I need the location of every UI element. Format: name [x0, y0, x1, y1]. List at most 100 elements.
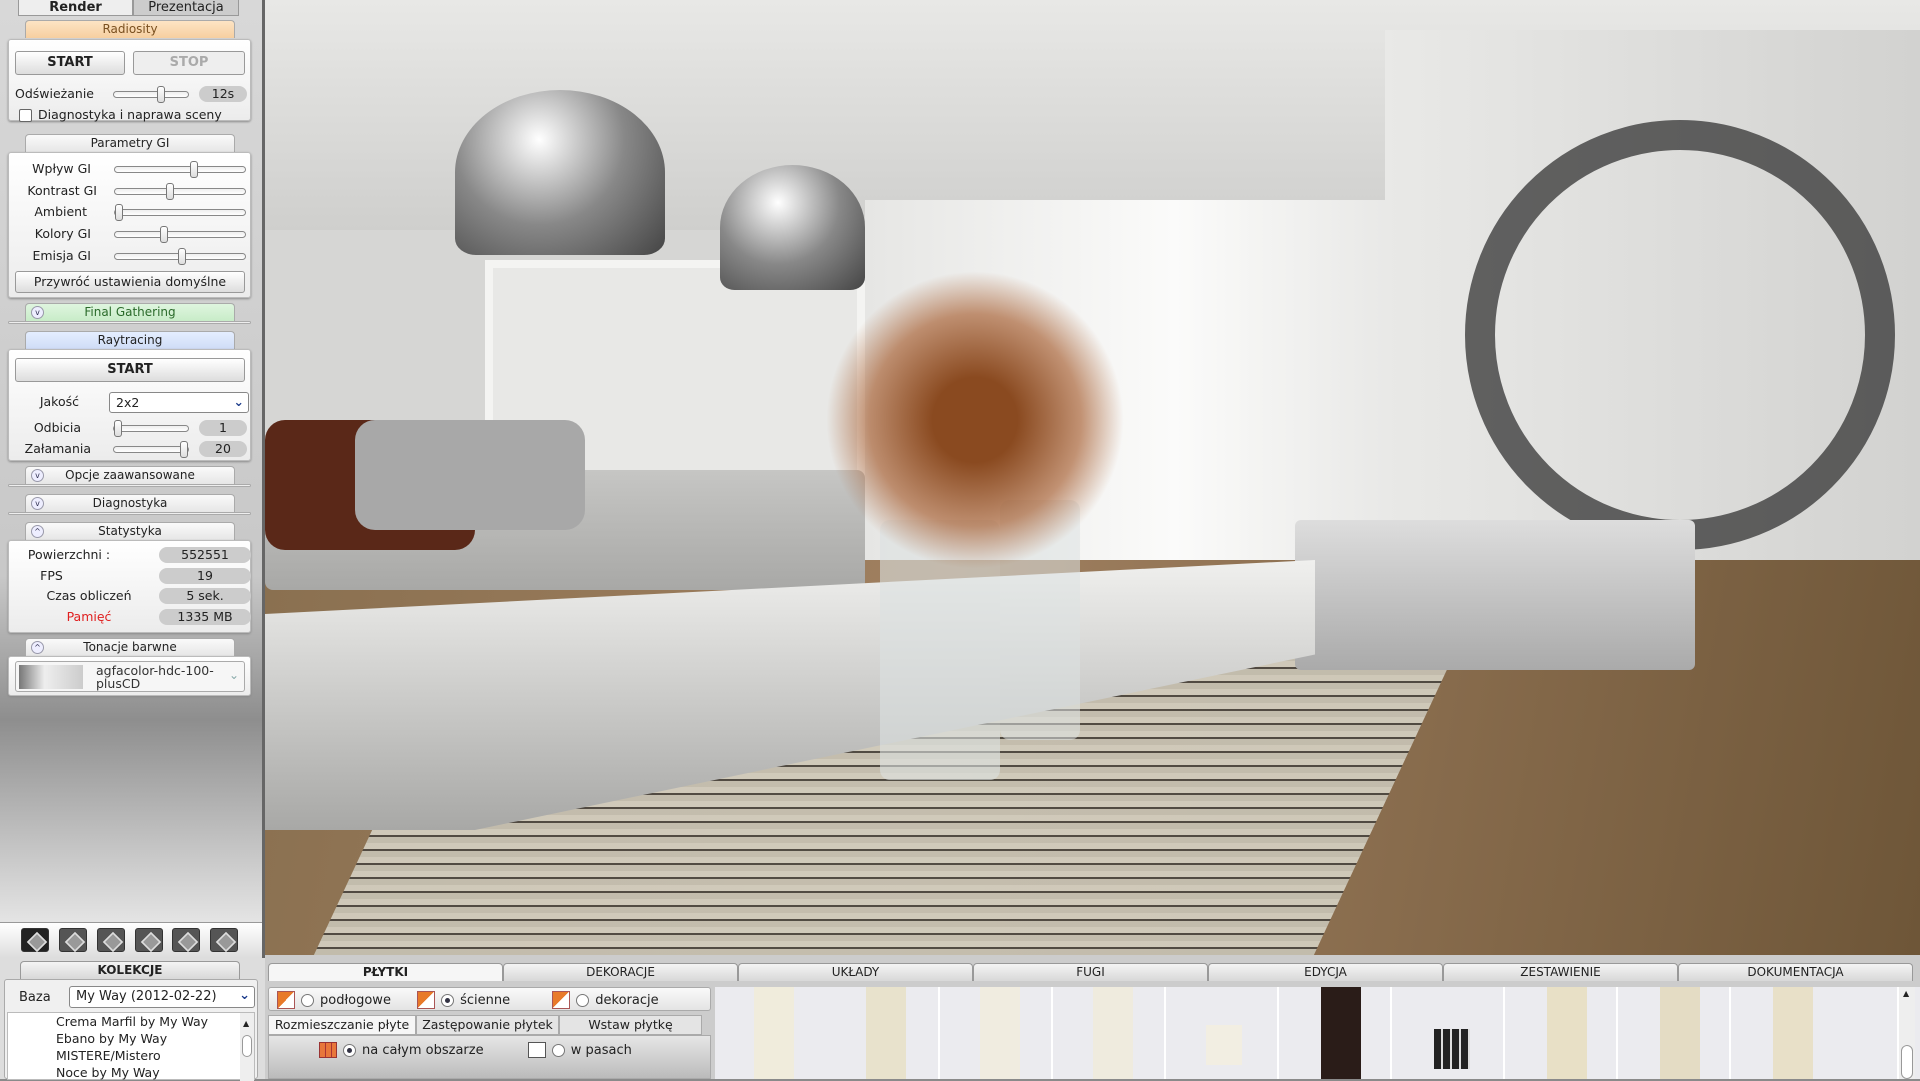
chevron-down-icon[interactable]: v	[31, 497, 44, 510]
chevron-down-icon[interactable]: v	[31, 469, 44, 482]
tab-uklady[interactable]: UKŁADY	[738, 963, 973, 981]
raytracing-start-button[interactable]: START	[15, 358, 245, 382]
stat-value: 5 sek.	[159, 588, 251, 604]
list-item[interactable]: MISTERE/Mistero	[56, 1047, 254, 1064]
reflections-slider[interactable]	[113, 420, 189, 437]
divider	[8, 321, 251, 324]
placement-strips[interactable]: w pasach	[527, 1042, 632, 1058]
tab-plytki[interactable]: PŁYTKI	[268, 963, 503, 981]
cube-view-top-icon[interactable]	[210, 928, 238, 952]
tile-thumbnail[interactable]	[1053, 987, 1166, 1079]
scroll-up-icon[interactable]: ▲	[1903, 989, 1909, 998]
cube-view-right-icon[interactable]	[135, 928, 163, 952]
tile-thumbnail[interactable]	[1279, 987, 1392, 1079]
radiosity-stop-button[interactable]: STOP	[133, 51, 245, 75]
decor-tile-icon	[552, 991, 571, 1009]
subtab-replace[interactable]: Zastępowanie płytek	[416, 1015, 559, 1035]
base-label: Baza	[19, 990, 51, 1005]
chevron-up-icon[interactable]: ^	[31, 525, 44, 538]
gi-colors-slider[interactable]	[114, 226, 246, 243]
refresh-slider[interactable]	[113, 86, 189, 103]
render-panel: Render Prezentacja Radiosity START STOP …	[0, 0, 265, 960]
refractions-label: Załamania	[24, 441, 91, 456]
tab-edycja[interactable]: EDYCJA	[1208, 963, 1443, 981]
radio-strips[interactable]	[551, 1043, 565, 1057]
radio-decor[interactable]	[576, 993, 590, 1007]
radiosity-header[interactable]: Radiosity	[25, 20, 235, 38]
tile-thumbnail[interactable]	[1731, 987, 1899, 1079]
radiosity-start-button[interactable]: START	[15, 51, 125, 75]
final-gathering-header[interactable]: v Final Gathering	[25, 303, 235, 321]
list-item[interactable]: Crema Marfil by My Way	[56, 1013, 254, 1030]
collections-tab[interactable]: KOLEKCJE	[20, 961, 240, 979]
tile-thumbnail[interactable]	[1166, 987, 1279, 1079]
tile-thumbnail[interactable]	[940, 987, 1053, 1079]
gi-header[interactable]: Parametry GI	[25, 134, 235, 152]
base-select[interactable]: My Way (2012-02-22) ⌄	[69, 986, 255, 1008]
radio-whole-area[interactable]	[343, 1043, 356, 1057]
ambient-slider[interactable]	[114, 204, 246, 221]
tile-type-floor[interactable]: podłogowe	[277, 991, 391, 1009]
diag-checkbox[interactable]: Diagnostyka i naprawa sceny	[19, 107, 222, 122]
tab-zestawienie[interactable]: ZESTAWIENIE	[1443, 963, 1678, 981]
tab-prezentacja[interactable]: Prezentacja	[133, 0, 239, 16]
tile-thumbnail[interactable]	[1505, 987, 1618, 1079]
placement-label: na całym obszarze	[362, 1042, 484, 1058]
tile-type-decor[interactable]: dekoracje	[552, 991, 659, 1009]
tile-type-bar: podłogowe ścienne dekoracje	[268, 987, 711, 1011]
list-item[interactable]: Noce by My Way	[56, 1064, 254, 1081]
tone-box: agfacolor-hdc-100-plusCD ⌄	[8, 656, 251, 696]
tone-select[interactable]: agfacolor-hdc-100-plusCD ⌄	[15, 661, 245, 692]
diagnostics-header[interactable]: v Diagnostyka	[25, 494, 235, 512]
checkbox-icon[interactable]	[19, 109, 32, 122]
tab-render[interactable]: Render	[18, 0, 133, 16]
scrollbar-thumb[interactable]	[1901, 1045, 1913, 1079]
floor-tile-icon	[277, 991, 295, 1009]
advanced-options-header[interactable]: v Opcje zaawansowane	[25, 466, 235, 484]
tile-thumbnail[interactable]	[1618, 987, 1731, 1079]
cube-view-front-icon[interactable]	[59, 928, 87, 952]
tone-header[interactable]: ^ Tonacje barwne	[25, 638, 235, 656]
stat-label: Powierzchni :	[27, 547, 111, 562]
thumbnails-scrollbar[interactable]: ▲	[1899, 987, 1915, 1079]
radio-floor[interactable]	[301, 993, 314, 1007]
scroll-up-icon[interactable]: ▲	[243, 1015, 249, 1032]
pendant-lamp	[720, 165, 865, 290]
quality-select[interactable]: 2x2 ⌄	[109, 392, 249, 413]
subtab-insert[interactable]: Wstaw płytkę	[559, 1015, 702, 1035]
chevron-up-icon[interactable]: ^	[31, 641, 44, 654]
stat-value: 1335 MB	[159, 609, 251, 625]
advanced-label: Opcje zaawansowane	[65, 468, 195, 482]
list-scrollbar[interactable]: ▲	[240, 1013, 254, 1081]
chevron-down-icon: ⌄	[228, 668, 239, 682]
render-viewport[interactable]	[265, 0, 1920, 955]
subtab-placement[interactable]: Rozmieszczanie płyte	[268, 1015, 416, 1035]
radio-wall[interactable]	[441, 993, 455, 1007]
stat-value: 19	[159, 568, 251, 584]
chevron-down-icon: ⌄	[233, 394, 244, 409]
chevron-down-icon[interactable]: v	[31, 306, 44, 319]
cube-view-back-icon[interactable]	[172, 928, 200, 952]
restore-defaults-button[interactable]: Przywróć ustawienia domyślne	[15, 271, 245, 293]
tile-type-label: podłogowe	[320, 992, 391, 1008]
gi-contrast-slider[interactable]	[114, 183, 246, 200]
gi-influence-slider[interactable]	[114, 161, 246, 178]
gi-emission-slider[interactable]	[114, 248, 246, 265]
tile-thumbnail[interactable]	[1392, 987, 1505, 1079]
cube-view-left-icon[interactable]	[97, 928, 125, 952]
tab-fugi[interactable]: FUGI	[973, 963, 1208, 981]
placement-whole-area[interactable]: na całym obszarze	[319, 1042, 484, 1058]
tile-type-label: ścienne	[460, 992, 511, 1008]
collections-list: Crema Marfil by My Way Ebano by My Way M…	[7, 1012, 255, 1081]
tab-dekoracje[interactable]: DEKORACJE	[503, 963, 738, 981]
refresh-view-icon[interactable]	[21, 928, 49, 952]
tile-thumbnail[interactable]	[830, 987, 940, 1079]
statistics-header[interactable]: ^ Statystyka	[25, 522, 235, 540]
raytracing-header[interactable]: Raytracing	[25, 331, 235, 349]
list-item[interactable]: Ebano by My Way	[56, 1030, 254, 1047]
tab-dokumentacja[interactable]: DOKUMENTACJA	[1678, 963, 1913, 981]
dried-flowers	[825, 270, 1125, 570]
refractions-slider[interactable]	[113, 441, 189, 458]
tile-type-wall[interactable]: ścienne	[417, 991, 511, 1009]
refresh-value: 12s	[199, 86, 247, 102]
